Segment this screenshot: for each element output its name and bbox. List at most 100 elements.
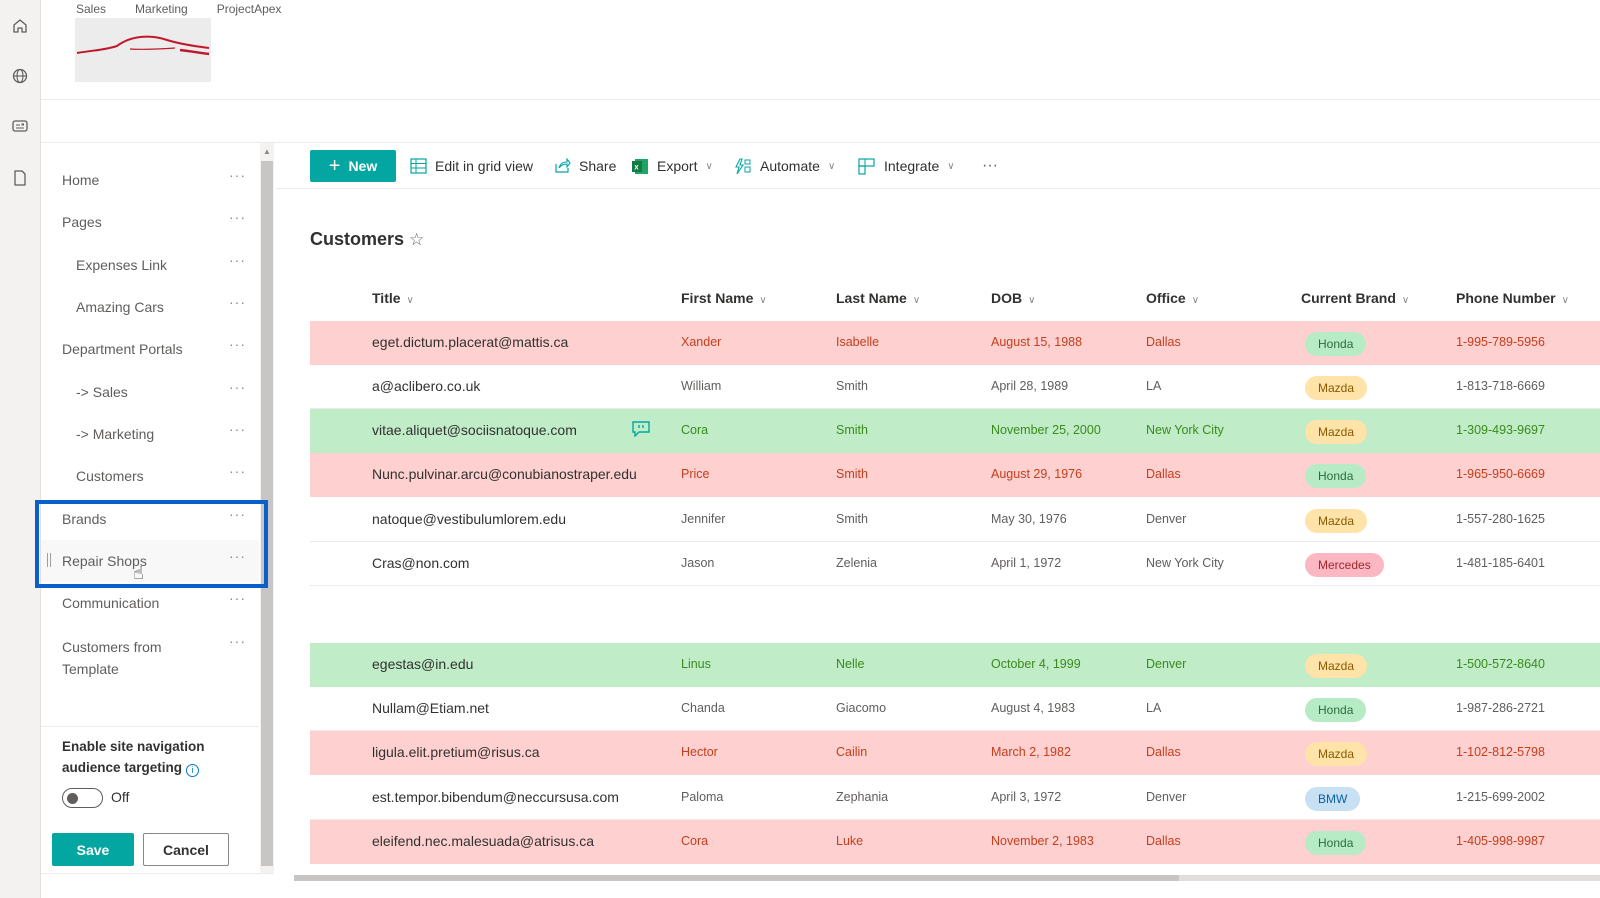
news-icon[interactable] (8, 114, 32, 138)
table-row[interactable]: ligula.elit.pretium@risus.ca Hector Cailin… (310, 731, 1600, 775)
table-row[interactable]: natoque@vestibulumlorem.edu Jennifer Smith… (310, 498, 1600, 542)
nav-item-label-line2: Template (62, 661, 119, 677)
table-row[interactable]: vitae.aliquet@sociisnatoque.com Cora Smith… (310, 409, 1600, 453)
column-header-label: Title (372, 290, 401, 306)
office-cell: New York City (1146, 556, 1224, 570)
more-options-icon[interactable]: ··· (229, 590, 246, 606)
info-icon[interactable]: i (186, 764, 200, 777)
table-row[interactable]: eleifend.nec.malesuada@atrisus.ca Cora Luk… (310, 820, 1600, 864)
table-row[interactable]: Cras@non.com Jason Zelenia April 1, 1972 New… (310, 542, 1600, 586)
globe-icon[interactable] (8, 64, 32, 88)
more-options-icon[interactable]: ··· (229, 167, 246, 183)
drag-handle-icon[interactable] (47, 553, 51, 567)
automate-button[interactable]: Automate ∨ (734, 143, 835, 189)
column-header-first-name[interactable]: First Name ∨ (681, 290, 767, 306)
favorite-star-icon[interactable]: ☆ (409, 230, 424, 250)
hub-nav-projectapex[interactable]: ProjectApex (217, 2, 282, 16)
horizontal-scrollbar[interactable] (276, 873, 1600, 898)
home-icon[interactable] (8, 14, 32, 38)
table-row[interactable]: eget.dictum.placerat@mattis.ca Xander Isab… (310, 321, 1600, 365)
more-options-icon[interactable]: ··· (229, 421, 246, 437)
title-cell[interactable]: natoque@vestibulumlorem.edu (372, 511, 566, 527)
nav-item-pages[interactable]: Pages ··· (41, 201, 259, 243)
site-logo[interactable] (75, 18, 211, 82)
audience-targeting-toggle[interactable] (62, 788, 103, 808)
hub-nav-sales[interactable]: Sales (76, 2, 106, 16)
nav-item-home[interactable]: Home ··· (41, 159, 259, 201)
more-options-icon[interactable]: ··· (229, 506, 246, 522)
chevron-down-icon: ∨ (1561, 295, 1569, 306)
nav-item-department-portals[interactable]: Department Portals ··· (41, 328, 259, 370)
nav-item-customers[interactable]: Customers ··· (41, 455, 259, 497)
title-cell[interactable]: a@aclibero.co.uk (372, 378, 480, 394)
more-commands-button[interactable]: ··· (982, 143, 998, 189)
nav-item-marketing[interactable]: -> Marketing ··· (41, 413, 259, 455)
nav-item-customers-from-template[interactable]: Customers from Template ··· (41, 625, 259, 677)
table-row[interactable]: Nunc.pulvinar.arcu@conubianostraper.edu P… (310, 453, 1600, 497)
first-name-cell: William (681, 379, 722, 393)
comment-icon[interactable] (632, 421, 650, 437)
hub-nav-marketing[interactable]: Marketing (135, 2, 188, 16)
column-header-last-name[interactable]: Last Name ∨ (836, 290, 920, 306)
title-cell[interactable]: vitae.aliquet@sociisnatoque.com (372, 422, 577, 438)
scrollbar-thumb[interactable] (261, 161, 273, 866)
table-row[interactable]: egestas@in.edu Linus Nelle October 4, 1999 D… (310, 643, 1600, 687)
nav-item-communication[interactable]: Communication ··· (41, 582, 259, 624)
title-cell[interactable]: Nullam@Etiam.net (372, 700, 489, 716)
cancel-button[interactable]: Cancel (143, 833, 229, 866)
edit-grid-view-button[interactable]: Edit in grid view (410, 143, 533, 189)
phone-number-cell: 1-405-998-9987 (1456, 834, 1545, 848)
nav-item-label: Expenses Link (76, 257, 168, 273)
more-options-icon[interactable]: ··· (229, 209, 246, 225)
nav-item-repair-shops[interactable]: Repair Shops ··· (41, 540, 259, 582)
column-header-title[interactable]: Title ∨ (372, 290, 414, 306)
title-cell[interactable]: eget.dictum.placerat@mattis.ca (372, 334, 568, 350)
office-cell: Denver (1146, 790, 1187, 804)
table-row[interactable]: Nullam@Etiam.net Chanda Giacomo August 4, 1… (310, 687, 1600, 731)
more-options-icon[interactable]: ··· (229, 252, 246, 268)
more-options-icon[interactable]: ··· (229, 294, 246, 310)
nav-item-brands[interactable]: Brands ··· (41, 498, 259, 540)
phone-number-cell: 1-995-789-5956 (1456, 335, 1545, 349)
document-icon[interactable] (8, 166, 32, 190)
nav-item-amazing-cars[interactable]: Amazing Cars ··· (41, 286, 259, 328)
column-header-label: Office (1146, 290, 1186, 306)
column-header-phone-number[interactable]: Phone Number ∨ (1456, 290, 1569, 306)
title-cell[interactable]: egestas@in.edu (372, 656, 473, 672)
scrollbar-thumb[interactable] (294, 875, 1179, 881)
last-name-cell: Zelenia (836, 556, 877, 570)
chevron-down-icon: ∨ (759, 295, 767, 306)
share-button[interactable]: Share (554, 143, 616, 189)
title-cell[interactable]: Nunc.pulvinar.arcu@conubianostraper.edu (372, 466, 637, 482)
first-name-cell: Hector (681, 745, 718, 759)
scroll-up-icon[interactable]: ▲ (263, 147, 271, 156)
toggle-state-label: Off (111, 789, 130, 805)
more-options-icon[interactable]: ··· (229, 463, 246, 479)
phone-number-cell: 1-557-280-1625 (1456, 512, 1545, 526)
new-button[interactable]: + New (310, 150, 396, 182)
nav-item-label: Brands (62, 511, 107, 527)
office-cell: Denver (1146, 657, 1187, 671)
phone-number-cell: 1-481-185-6401 (1456, 556, 1545, 570)
brand-badge: Mazda (1305, 420, 1368, 444)
integrate-button[interactable]: Integrate ∨ (858, 143, 955, 189)
nav-item-sales[interactable]: -> Sales ··· (41, 371, 259, 413)
more-options-icon[interactable]: ··· (229, 548, 246, 564)
column-header-office[interactable]: Office ∨ (1146, 290, 1199, 306)
table-row[interactable]: est.tempor.bibendum@neccursusa.com Paloma… (310, 776, 1600, 820)
title-cell[interactable]: ligula.elit.pretium@risus.ca (372, 744, 540, 760)
save-button[interactable]: Save (52, 833, 134, 866)
column-header-dob[interactable]: DOB ∨ (991, 290, 1035, 306)
more-options-icon[interactable]: ··· (229, 336, 246, 352)
more-options-icon[interactable]: ··· (229, 633, 246, 649)
title-cell[interactable]: est.tempor.bibendum@neccursusa.com (372, 789, 619, 805)
table-row[interactable]: a@aclibero.co.uk William Smith April 28, 19… (310, 365, 1600, 409)
export-button[interactable]: x Export ∨ (631, 143, 713, 189)
nav-item-expenses-link[interactable]: Expenses Link ··· (41, 244, 259, 286)
integrate-label: Integrate (884, 158, 940, 174)
title-cell[interactable]: eleifend.nec.malesuada@atrisus.ca (372, 833, 594, 849)
column-header-current-brand[interactable]: Current Brand ∨ (1301, 290, 1409, 306)
title-cell[interactable]: Cras@non.com (372, 555, 469, 571)
nav-panel-scrollbar[interactable]: ▲ (260, 143, 274, 873)
more-options-icon[interactable]: ··· (229, 379, 246, 395)
